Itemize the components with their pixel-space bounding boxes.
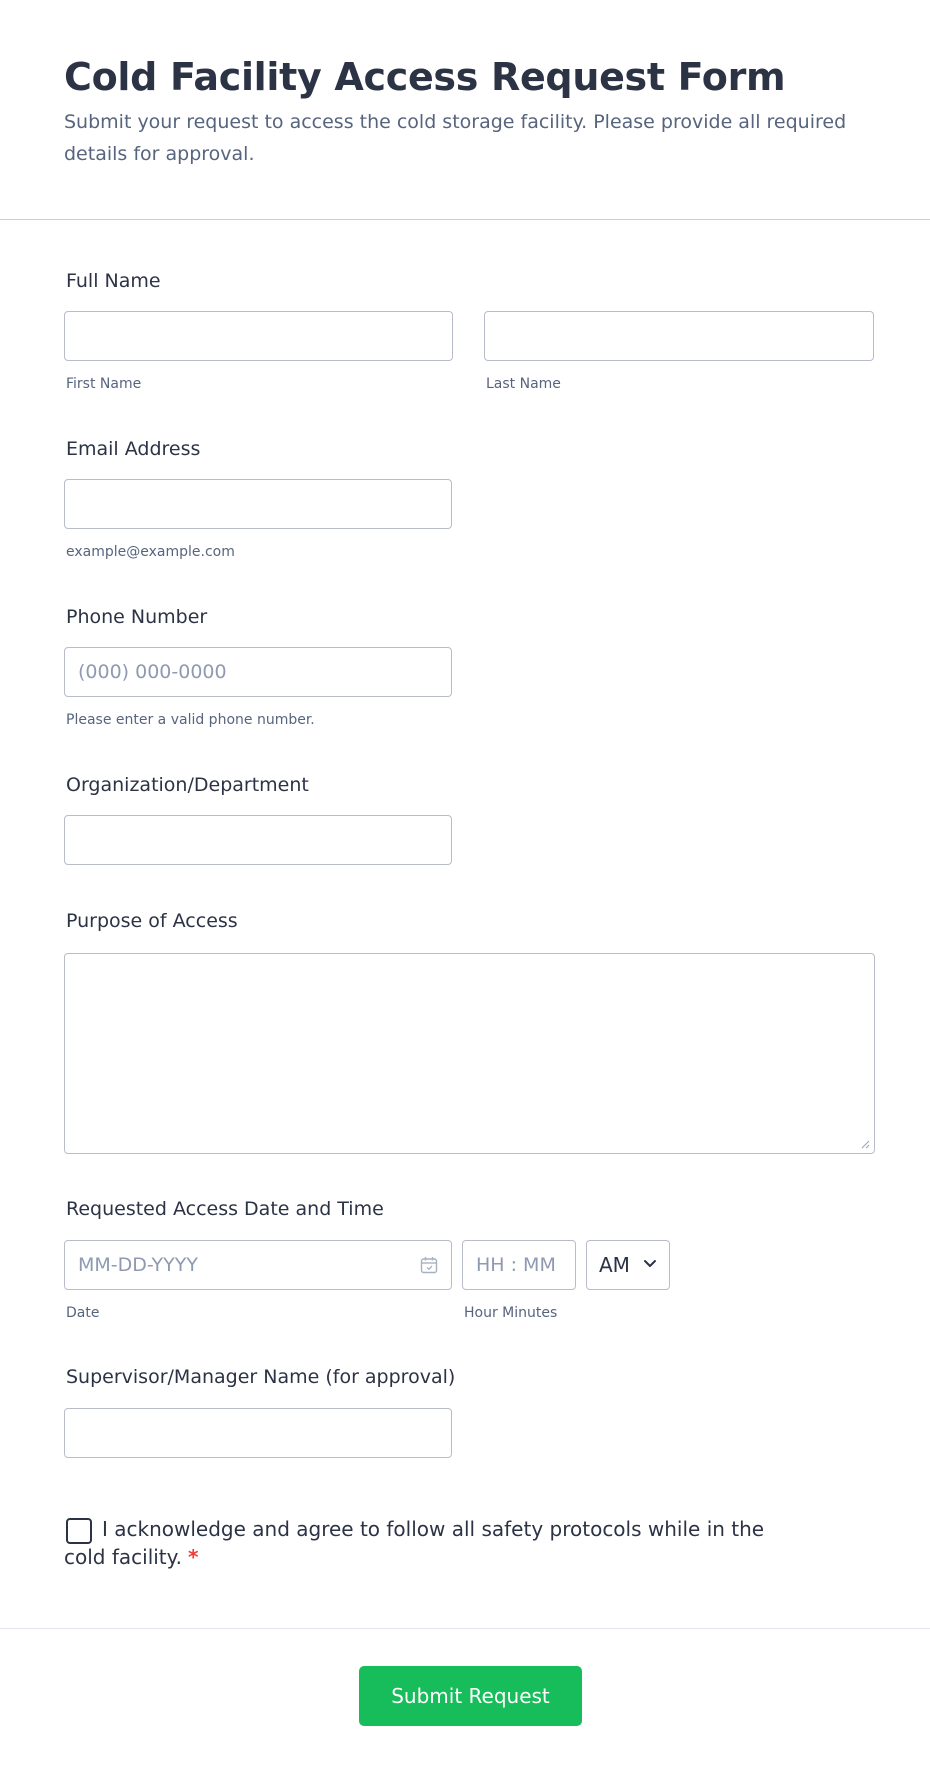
organization-input[interactable]: [64, 815, 452, 865]
organization-label: Organization/Department: [66, 774, 309, 796]
header-divider: [0, 219, 930, 220]
form-subtitle: Submit your request to access the cold s…: [64, 111, 847, 165]
access-datetime-label: Requested Access Date and Time: [66, 1198, 384, 1220]
time-placeholder: HH : MM: [476, 1254, 556, 1276]
form-header: Cold Facility Access Request Form Submit…: [64, 52, 864, 170]
resize-grip-icon[interactable]: [861, 1140, 870, 1149]
ampm-value: AM: [599, 1253, 630, 1277]
calendar-icon[interactable]: [420, 1256, 438, 1274]
footer-divider: [0, 1628, 930, 1629]
phone-label: Phone Number: [66, 606, 208, 628]
required-asterisk: *: [188, 1545, 199, 1569]
form-title: Cold Facility Access Request Form: [64, 55, 786, 99]
purpose-label: Purpose of Access: [66, 910, 238, 932]
date-placeholder: MM-DD-YYYY: [78, 1254, 198, 1276]
submit-button[interactable]: Submit Request: [359, 1666, 582, 1726]
time-sublabel: Hour Minutes: [464, 1305, 558, 1321]
first-name-sublabel: First Name: [66, 376, 142, 392]
supervisor-input[interactable]: [64, 1408, 452, 1458]
phone-sublabel: Please enter a valid phone number.: [66, 712, 315, 728]
date-sublabel: Date: [66, 1305, 100, 1321]
phone-input[interactable]: [64, 647, 452, 697]
ampm-select[interactable]: AM: [586, 1240, 670, 1290]
acknowledgement-text: I acknowledge and agree to follow all sa…: [64, 1517, 765, 1569]
time-input[interactable]: HH : MM: [462, 1240, 576, 1290]
last-name-input[interactable]: [484, 311, 874, 361]
supervisor-label: Supervisor/Manager Name (for approval): [66, 1366, 456, 1388]
acknowledgement-label[interactable]: I acknowledge and agree to follow all sa…: [64, 1515, 784, 1571]
email-label: Email Address: [66, 438, 201, 460]
purpose-textarea[interactable]: [64, 953, 875, 1154]
email-input[interactable]: [64, 479, 452, 529]
last-name-sublabel: Last Name: [486, 376, 561, 392]
date-input[interactable]: MM-DD-YYYY: [64, 1240, 452, 1290]
first-name-input[interactable]: [64, 311, 453, 361]
email-sublabel: example@example.com: [66, 544, 235, 560]
chevron-down-icon: [644, 1260, 656, 1267]
full-name-label: Full Name: [66, 270, 161, 292]
